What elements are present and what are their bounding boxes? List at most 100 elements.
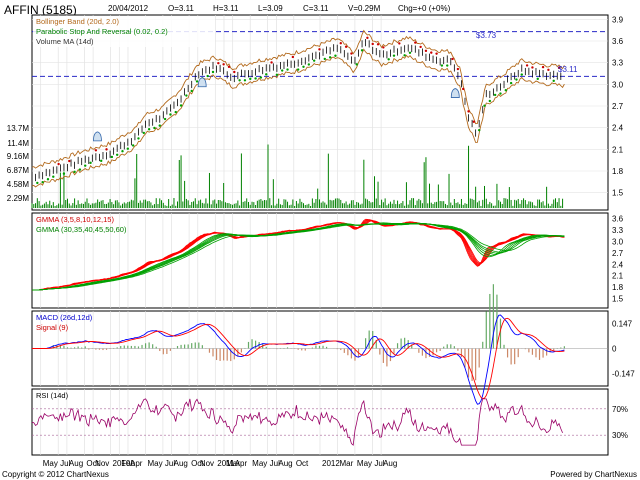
volume-tick-label: 2.29M xyxy=(7,194,30,203)
sar-dot xyxy=(440,64,444,67)
sar-dot xyxy=(115,153,119,156)
sar-dot xyxy=(515,78,518,81)
sar-dot xyxy=(499,92,502,95)
sar-dot xyxy=(270,61,273,64)
sar-dot xyxy=(451,57,454,61)
sar-dot xyxy=(334,54,337,57)
sar-dot xyxy=(137,137,140,140)
x-axis-label: Aug xyxy=(174,459,188,468)
sar-dot xyxy=(435,52,438,55)
volume-tick-label: 4.58M xyxy=(7,180,30,189)
volume-readout: V=0.29M xyxy=(348,4,381,13)
sar-dot xyxy=(419,45,422,49)
price-tick-label: 2.7 xyxy=(612,102,624,111)
sar-dot xyxy=(509,81,513,85)
sar-dot xyxy=(430,51,433,54)
sar-dot xyxy=(366,36,369,40)
sar-dot xyxy=(227,65,231,69)
volume-tick-label: 13.7M xyxy=(7,124,30,133)
sar-dot xyxy=(46,178,50,181)
sar-dot xyxy=(233,70,236,74)
high-readout: H=3.11 xyxy=(213,4,239,13)
sar-dot xyxy=(259,76,263,79)
gmma-tick-label: 1.8 xyxy=(612,283,624,292)
x-axis-label: Nov xyxy=(95,459,109,468)
x-axis-label: Aug xyxy=(69,459,83,468)
sar-dot xyxy=(217,61,220,65)
date-readout: 20/04/2012 xyxy=(108,4,149,13)
sar-dot xyxy=(57,162,60,166)
sar-dot xyxy=(275,73,279,76)
sar-dot xyxy=(488,99,492,103)
price-tick-label: 3.9 xyxy=(612,15,624,24)
sar-dot xyxy=(424,49,428,53)
sar-dot xyxy=(179,104,183,107)
open-readout: O=3.11 xyxy=(168,4,194,13)
price-tick-label: 3.6 xyxy=(612,37,624,46)
sar-dot xyxy=(387,58,390,61)
sar-dot xyxy=(78,168,82,171)
sar-dot xyxy=(339,42,342,45)
stock-chart: AFFIN (5185) 20/04/2012 O=3.11 H=3.11 L=… xyxy=(2,3,637,479)
sar-dot xyxy=(344,45,348,48)
powered-by-text: Powered by ChartNexus xyxy=(550,470,637,479)
sar-dot xyxy=(62,172,66,175)
sar-dot xyxy=(243,79,247,82)
sar-dot xyxy=(68,159,71,163)
x-axis-label: May xyxy=(252,459,267,468)
level-label-current: $3.11 xyxy=(558,65,578,74)
sar-dot xyxy=(147,128,151,131)
gmma-tick-label: 1.5 xyxy=(612,295,624,304)
price-tick-label: 2.4 xyxy=(612,124,624,133)
price-tick-label: 2.1 xyxy=(612,145,624,154)
sar-dot xyxy=(169,113,172,116)
gmma-tick-label: 2.1 xyxy=(612,272,624,281)
sar-dot xyxy=(547,68,550,72)
sar-dot xyxy=(302,65,305,69)
sar-dot xyxy=(467,110,470,113)
macd-tick-label: 0.147 xyxy=(612,319,633,328)
legend-macd: MACD (26d,12d) xyxy=(36,313,93,322)
sar-dot xyxy=(355,63,358,66)
sar-dot xyxy=(73,170,76,174)
macd-tick-label: -0.147 xyxy=(612,370,635,379)
x-axis-label: Oct xyxy=(296,459,309,468)
sar-dot xyxy=(281,69,284,72)
x-axis-label: Mar xyxy=(339,459,353,468)
sar-dot xyxy=(323,57,326,61)
sar-dot xyxy=(121,149,124,153)
sar-dot xyxy=(131,144,135,147)
low-readout: L=3.09 xyxy=(258,4,283,13)
sar-dot xyxy=(105,148,108,151)
sar-dot xyxy=(153,126,156,130)
sar-dot xyxy=(456,67,460,71)
x-axis-label: 2012 xyxy=(322,459,340,468)
x-axis-label: Apr xyxy=(235,459,248,468)
sar-dot xyxy=(254,77,257,80)
legend-gmma-short: GMMA (3,5,8,10,12,15) xyxy=(36,215,114,224)
legend-signal: Signal (9) xyxy=(36,323,69,332)
x-axis-label: May xyxy=(147,459,162,468)
sar-dot xyxy=(126,147,130,150)
x-axis-label: Aug xyxy=(278,459,292,468)
sar-dot xyxy=(307,63,311,66)
sar-dot xyxy=(414,41,417,44)
sar-dot xyxy=(36,181,39,185)
sar-dot xyxy=(483,104,486,107)
sar-dot xyxy=(408,51,412,54)
sar-dot xyxy=(493,93,497,97)
sar-dot xyxy=(350,52,353,55)
sar-dot xyxy=(238,79,241,82)
sar-dot xyxy=(222,63,225,66)
sar-dot xyxy=(84,164,87,167)
sar-dot xyxy=(190,89,193,93)
sar-dot xyxy=(398,42,401,45)
rsi-tick-label: 30% xyxy=(612,431,628,440)
price-tick-label: 3.0 xyxy=(612,80,624,89)
sar-dot xyxy=(477,128,481,132)
sar-dot xyxy=(371,42,374,46)
sar-dot xyxy=(286,68,289,71)
sar-dot xyxy=(291,55,295,59)
x-axis-label: May xyxy=(43,459,58,468)
x-axis-label: Apr xyxy=(130,459,143,468)
